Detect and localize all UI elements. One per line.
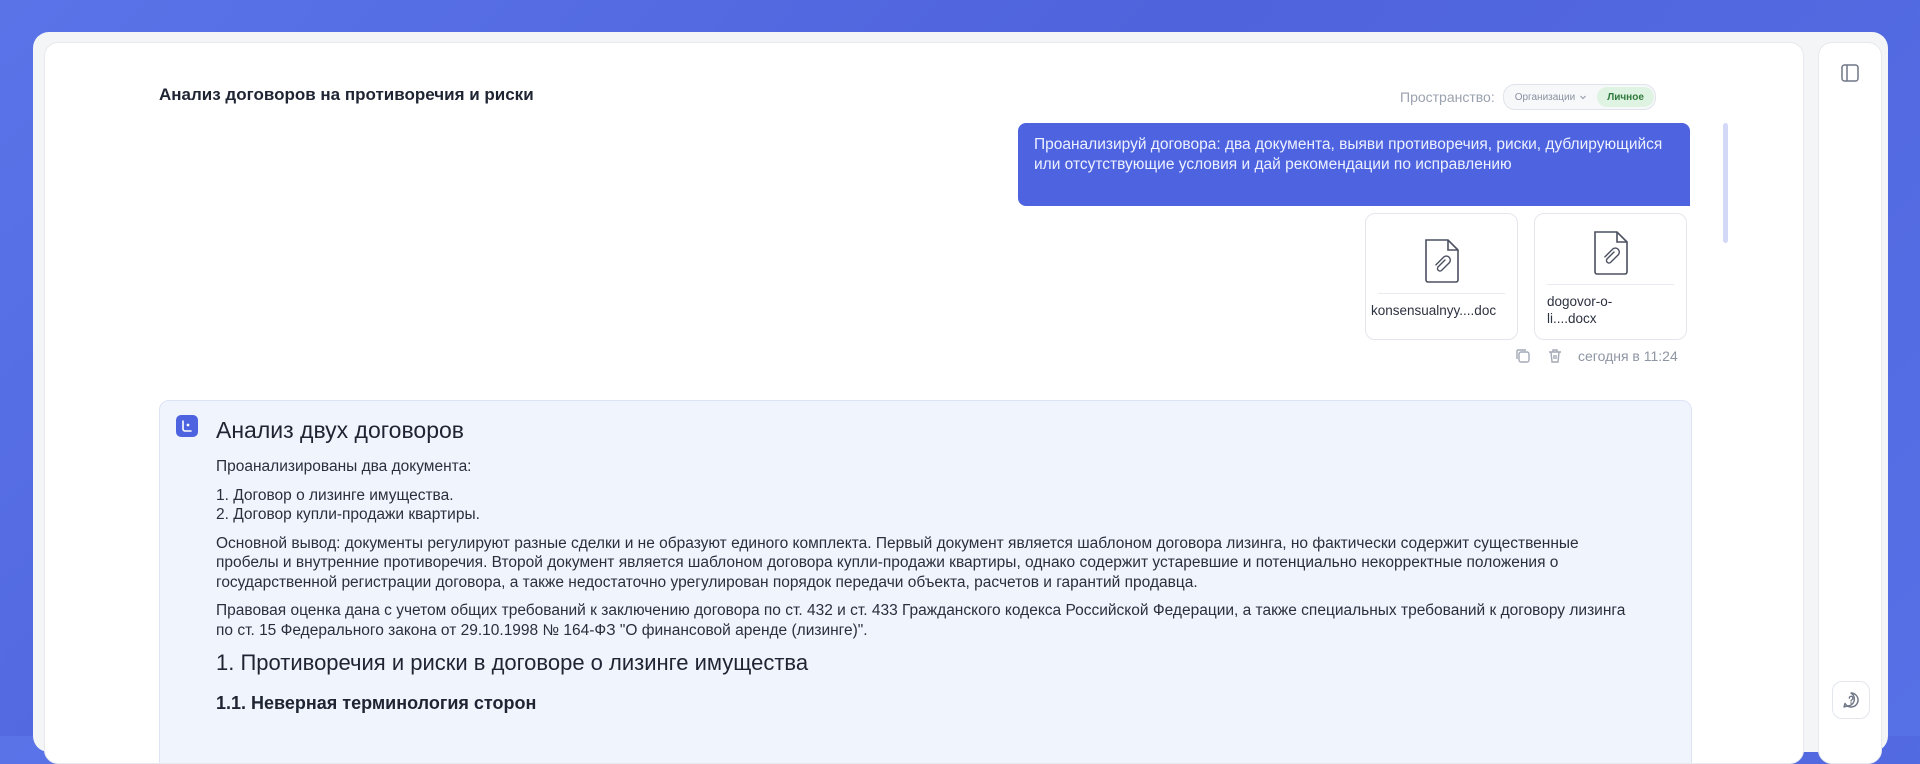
subsection-heading: 1.1. Неверная терминология сторон bbox=[216, 693, 537, 713]
list-item: 1. Договор о лизинге имущества. bbox=[216, 486, 454, 504]
section-heading: 1. Противоречия и риски в договоре о лиз… bbox=[216, 650, 809, 675]
answer-conclusion: Основной вывод: документы регулируют раз… bbox=[216, 534, 1579, 591]
user-message-text: Проанализируй договора: два документа, в… bbox=[1034, 136, 1663, 173]
sidebar-panel-icon bbox=[1841, 64, 1859, 82]
attachment-card[interactable]: dogovor-o-li....docx bbox=[1534, 213, 1687, 340]
attachment-file-icon bbox=[1594, 231, 1628, 275]
space-option-personal[interactable]: Личное bbox=[1597, 87, 1654, 107]
attachment-file-icon bbox=[1425, 239, 1459, 283]
attachment-name: dogovor-o-li....docx bbox=[1547, 294, 1613, 326]
copy-icon[interactable] bbox=[1514, 347, 1532, 365]
assistant-message-content: Анализ двух договоров Проанализированы д… bbox=[216, 415, 1636, 715]
answer-intro: Проанализированы два документа: bbox=[216, 458, 472, 475]
list-item: 2. Договор купли-продажи квартиры. bbox=[216, 506, 480, 523]
answer-heading: Анализ двух договоров bbox=[216, 417, 465, 443]
user-message-bubble: Проанализируй договора: два документа, в… bbox=[1018, 123, 1690, 206]
bot-logo-icon bbox=[182, 420, 192, 432]
assistant-message: Анализ двух договоров Проанализированы д… bbox=[159, 400, 1692, 763]
chat-title: Анализ договоров на противоречия и риски bbox=[159, 85, 534, 104]
toggle-sidebar-button[interactable] bbox=[1832, 55, 1868, 91]
attachment-card[interactable]: konsensualnyy....doc bbox=[1365, 213, 1518, 340]
message-meta: сегодня в 11:24 bbox=[1514, 347, 1678, 365]
space-toggle[interactable]: Организации Личное bbox=[1502, 84, 1656, 110]
space-option-organizations[interactable]: Организации bbox=[1505, 87, 1597, 107]
space-label: Пространство: bbox=[1400, 89, 1495, 105]
answer-legal-basis: Правовая оценка дана с учетом общих треб… bbox=[216, 602, 1626, 639]
trash-icon[interactable] bbox=[1546, 347, 1564, 365]
scrollbar-thumb[interactable] bbox=[1723, 123, 1728, 243]
chevron-down-icon bbox=[1580, 95, 1587, 100]
assistant-avatar-icon bbox=[176, 415, 198, 437]
attachment-name: konsensualnyy....doc bbox=[1371, 303, 1497, 318]
space-switcher: Пространство: Организации Личное bbox=[1400, 84, 1656, 110]
message-timestamp: сегодня в 11:24 bbox=[1578, 348, 1678, 364]
support-chat-button[interactable] bbox=[1832, 681, 1870, 719]
chat-help-icon bbox=[1843, 692, 1859, 708]
documents-list: 1. Договор о лизинге имущества. 2. Догов… bbox=[216, 486, 1636, 525]
right-sidebar bbox=[1818, 42, 1882, 764]
chat-panel: Анализ договоров на противоречия и риски… bbox=[44, 42, 1804, 764]
